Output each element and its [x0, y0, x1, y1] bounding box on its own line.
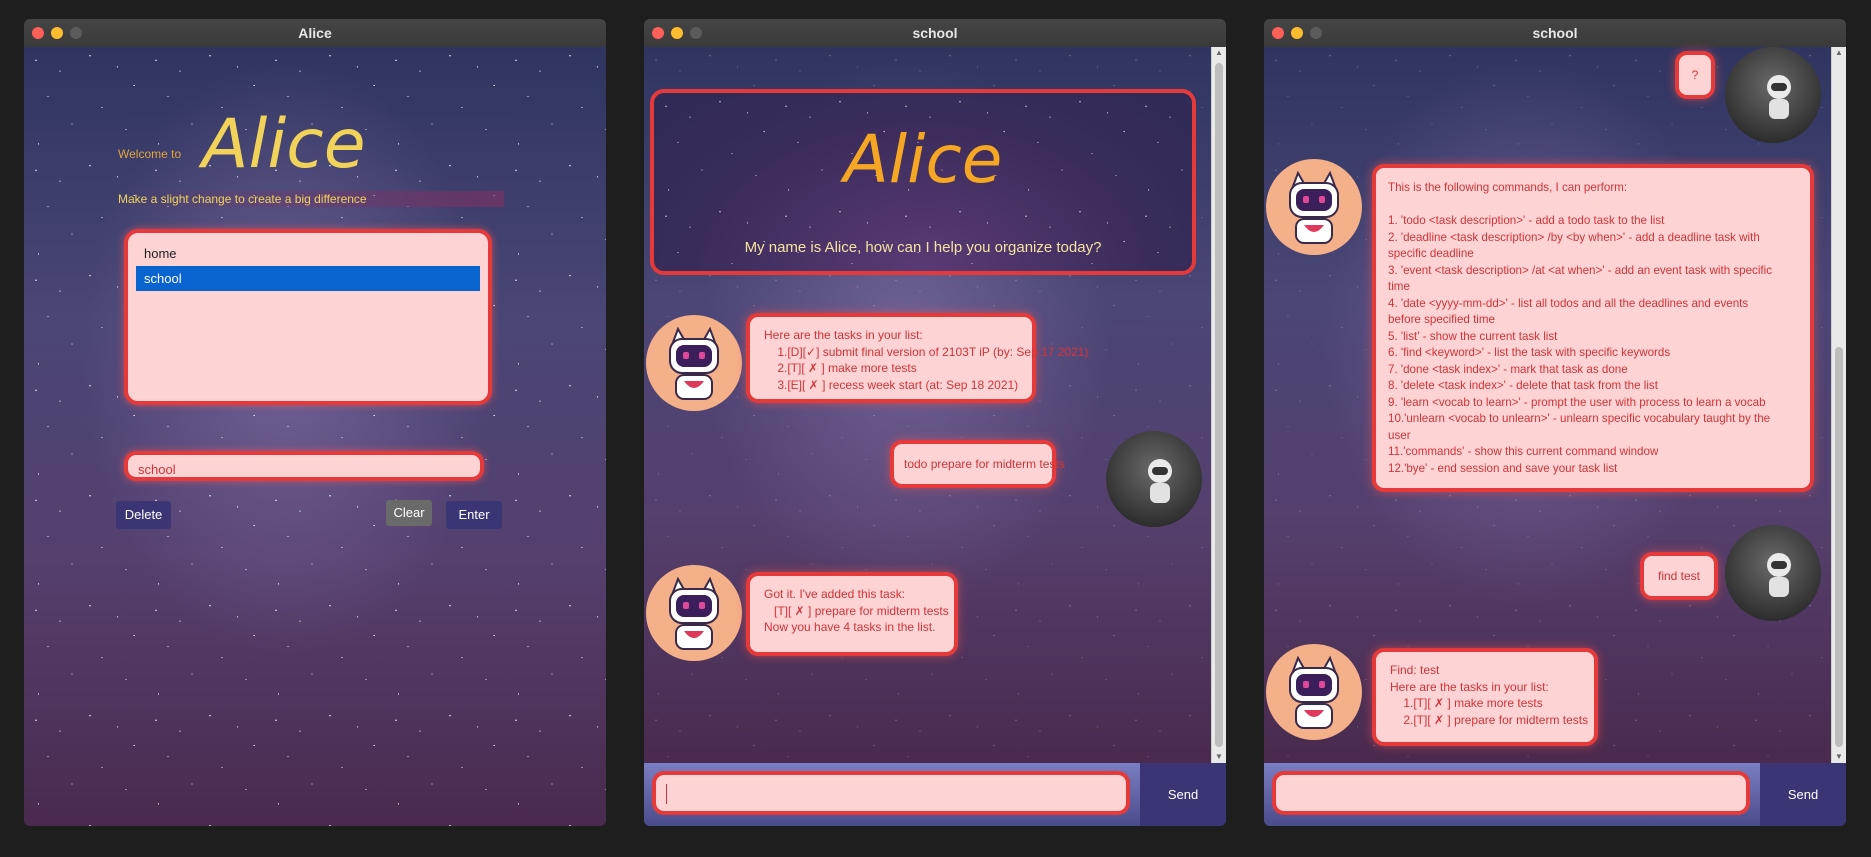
alice-home-window: Alice Welcome to Alice Make a slight cha…: [24, 19, 606, 826]
window-title: school: [912, 25, 958, 41]
chat-window-school: school Alice My name is Alice, how can I…: [644, 19, 1226, 826]
zoom-window-button[interactable]: [70, 27, 82, 39]
title-bar[interactable]: school: [644, 19, 1226, 48]
user-message: todo prepare for midterm tests: [890, 440, 1065, 488]
minimize-window-button[interactable]: [51, 27, 63, 39]
chat-window-school: school ? This is the following commands,…: [1264, 19, 1846, 826]
user-avatar: [1725, 525, 1821, 621]
title-bar[interactable]: school: [1264, 19, 1846, 48]
space-background: Welcome to Alice Make a slight change to…: [24, 47, 606, 826]
title-bar[interactable]: Alice: [24, 19, 606, 48]
text-caret: [666, 784, 667, 804]
window-title: Alice: [298, 25, 332, 41]
app-title: Alice: [843, 121, 1003, 198]
close-window-button[interactable]: [1272, 27, 1284, 39]
user-avatar: [1725, 47, 1821, 143]
chat-scrollbar[interactable]: ▲ ▼: [1211, 47, 1226, 763]
clear-button[interactable]: Clear: [386, 500, 432, 526]
bot-avatar: [1266, 159, 1362, 255]
bot-avatar: [646, 315, 742, 411]
zoom-window-button[interactable]: [690, 27, 702, 39]
user-message: ?: [1675, 51, 1715, 99]
list-item-school[interactable]: school: [136, 266, 480, 291]
chat-scrollbar[interactable]: ▲ ▼: [1831, 47, 1846, 763]
bot-commands-message: This is the following commands, I can pe…: [1372, 164, 1814, 492]
chat-area: Alice My name is Alice, how can I help y…: [644, 47, 1226, 763]
chat-area: ? This is the following commands, I can …: [1264, 47, 1846, 763]
send-button[interactable]: Send: [1140, 763, 1226, 826]
close-window-button[interactable]: [652, 27, 664, 39]
bot-message: Got it. I've added this task: [T][ ✗ ] p…: [746, 572, 958, 656]
bot-avatar: [1266, 644, 1362, 740]
bot-message: Here are the tasks in your list: 1.[D][✓…: [746, 313, 1088, 403]
list-item-home[interactable]: home: [136, 241, 480, 266]
input-bar: Send: [644, 763, 1226, 826]
input-bar: Send: [1264, 763, 1846, 826]
welcome-label: Welcome to: [118, 147, 182, 161]
delete-button[interactable]: Delete: [116, 501, 171, 529]
intro-text: My name is Alice, how can I help you org…: [744, 239, 1102, 256]
message-input[interactable]: [1272, 771, 1750, 815]
zoom-window-button[interactable]: [1310, 27, 1322, 39]
user-message: find test: [1640, 552, 1718, 600]
message-input[interactable]: [652, 771, 1130, 815]
tagline: Make a slight change to create a big dif…: [118, 191, 504, 207]
task-list-selector[interactable]: home school: [124, 229, 492, 405]
list-name-input[interactable]: school: [124, 451, 484, 481]
user-avatar: [1106, 431, 1202, 527]
window-title: school: [1532, 25, 1578, 41]
minimize-window-button[interactable]: [671, 27, 683, 39]
enter-button[interactable]: Enter: [446, 501, 502, 529]
bot-avatar: [646, 565, 742, 661]
send-button[interactable]: Send: [1760, 763, 1846, 826]
welcome-banner: Alice My name is Alice, how can I help y…: [650, 89, 1196, 275]
close-window-button[interactable]: [32, 27, 44, 39]
minimize-window-button[interactable]: [1291, 27, 1303, 39]
app-title: Alice: [202, 105, 366, 184]
bot-message: Find: test Here are the tasks in your li…: [1372, 648, 1598, 746]
